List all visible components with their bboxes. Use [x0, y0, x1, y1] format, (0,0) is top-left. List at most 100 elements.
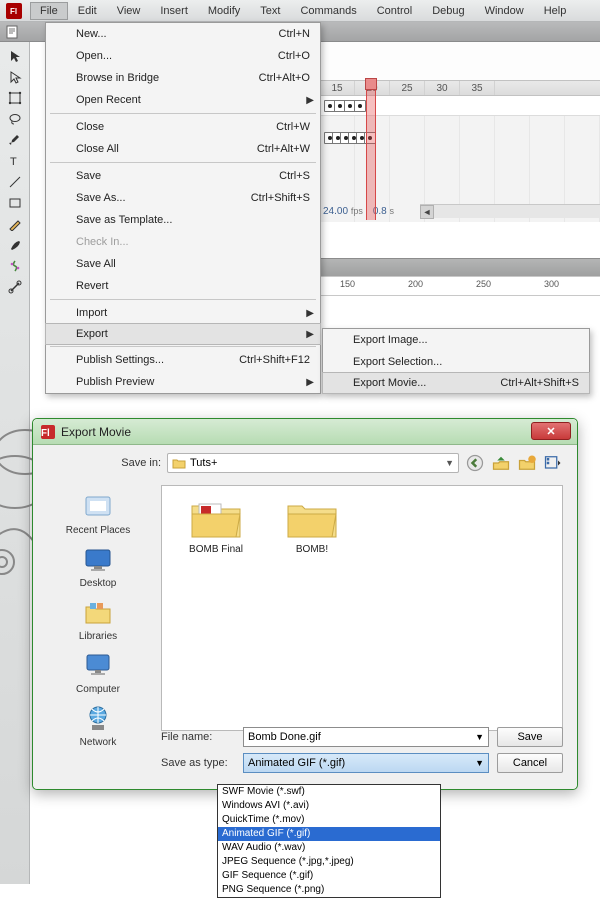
- place-network[interactable]: Network: [43, 703, 153, 748]
- menu-debug[interactable]: Debug: [422, 2, 474, 20]
- menu-help[interactable]: Help: [534, 2, 577, 20]
- menu-file[interactable]: File: [30, 2, 68, 20]
- menu-modify[interactable]: Modify: [198, 2, 250, 20]
- chevron-down-icon: ▼: [475, 758, 484, 768]
- file-menu-item[interactable]: New...Ctrl+N: [46, 23, 320, 45]
- file-menu-item[interactable]: Open...Ctrl+O: [46, 45, 320, 67]
- playhead[interactable]: [366, 80, 376, 220]
- place-label: Desktop: [80, 578, 117, 589]
- export-menu-item[interactable]: Export Selection...: [323, 351, 589, 373]
- file-menu-item[interactable]: Publish Settings...Ctrl+Shift+F12: [46, 349, 320, 371]
- save-type-dropdown-list: SWF Movie (*.swf)Windows AVI (*.avi)Quic…: [217, 784, 441, 898]
- menu-view[interactable]: View: [107, 2, 151, 20]
- text-tool[interactable]: T: [3, 151, 27, 171]
- chevron-down-icon: ▼: [445, 458, 454, 468]
- file-menu-item[interactable]: Open Recent▶: [46, 89, 320, 111]
- view-menu-button[interactable]: [543, 453, 563, 473]
- menu-text[interactable]: Text: [250, 2, 290, 20]
- export-submenu: Export Image...Export Selection...Export…: [322, 328, 590, 394]
- pen-tool[interactable]: [3, 130, 27, 150]
- file-menu-item[interactable]: Save As...Ctrl+Shift+S: [46, 187, 320, 209]
- places-bar: Recent Places Desktop Libraries Computer…: [43, 485, 153, 749]
- place-recent[interactable]: Recent Places: [43, 491, 153, 536]
- close-icon: ✕: [546, 425, 555, 438]
- save-type-label: Save as type:: [161, 757, 235, 769]
- flash-file-icon: Fl: [41, 425, 55, 439]
- type-option[interactable]: GIF Sequence (*.gif): [218, 869, 440, 883]
- file-menu-item[interactable]: Save as Template...: [46, 209, 320, 231]
- file-menu-item[interactable]: Browse in BridgeCtrl+Alt+O: [46, 67, 320, 89]
- menu-window[interactable]: Window: [475, 2, 534, 20]
- file-menu-item[interactable]: Export▶: [45, 323, 321, 345]
- panel-divider: [320, 258, 600, 276]
- app-icon: Fl: [6, 3, 22, 19]
- scroll-left-icon[interactable]: ◄: [420, 205, 434, 219]
- export-menu-item[interactable]: Export Movie...Ctrl+Alt+Shift+S: [322, 372, 590, 394]
- svg-text:Fl: Fl: [10, 7, 17, 16]
- keyframe[interactable]: [354, 100, 366, 112]
- ruler-tick: 150: [340, 279, 355, 289]
- brush-tool[interactable]: [3, 235, 27, 255]
- file-name-input[interactable]: Bomb Done.gif ▼: [243, 727, 489, 747]
- type-option[interactable]: Windows AVI (*.avi): [218, 799, 440, 813]
- bone-tool[interactable]: [3, 277, 27, 297]
- file-menu-item[interactable]: CloseCtrl+W: [46, 116, 320, 138]
- file-listing[interactable]: BOMB Final BOMB!: [161, 485, 563, 731]
- cancel-button[interactable]: Cancel: [497, 753, 563, 773]
- dialog-titlebar[interactable]: Fl Export Movie ✕: [33, 419, 577, 445]
- playhead-handle[interactable]: [365, 78, 377, 90]
- folder-item[interactable]: BOMB!: [270, 496, 354, 555]
- chevron-down-icon: ▼: [475, 732, 484, 742]
- save-type-combo[interactable]: Animated GIF (*.gif) ▼: [243, 753, 489, 773]
- type-option[interactable]: JPEG Sequence (*.jpg,*.jpeg): [218, 855, 440, 869]
- new-folder-button[interactable]: [517, 453, 537, 473]
- type-option[interactable]: PNG Sequence (*.png): [218, 883, 440, 897]
- type-option[interactable]: QuickTime (*.mov): [218, 813, 440, 827]
- timeline-ruler[interactable]: 15 20 25 30 35: [320, 80, 600, 96]
- deco-tool[interactable]: [3, 256, 27, 276]
- save-in-label: Save in:: [105, 457, 161, 469]
- type-option[interactable]: Animated GIF (*.gif): [218, 827, 440, 841]
- submenu-arrow-icon: ▶: [306, 308, 314, 319]
- file-menu-item[interactable]: SaveCtrl+S: [46, 165, 320, 187]
- menu-insert[interactable]: Insert: [150, 2, 198, 20]
- place-libraries[interactable]: Libraries: [43, 597, 153, 642]
- file-menu-item[interactable]: Publish Preview▶: [46, 371, 320, 393]
- save-button[interactable]: Save: [497, 727, 563, 747]
- tick: 35: [460, 81, 495, 95]
- lasso-tool[interactable]: [3, 109, 27, 129]
- file-label: BOMB Final: [189, 544, 243, 555]
- pencil-tool[interactable]: [3, 214, 27, 234]
- menu-commands[interactable]: Commands: [290, 2, 366, 20]
- file-menu-item[interactable]: Revert: [46, 275, 320, 297]
- place-desktop[interactable]: Desktop: [43, 544, 153, 589]
- file-menu-item[interactable]: Close AllCtrl+Alt+W: [46, 138, 320, 160]
- place-computer[interactable]: Computer: [43, 650, 153, 695]
- tick: 30: [425, 81, 460, 95]
- menu-edit[interactable]: Edit: [68, 2, 107, 20]
- folder-item[interactable]: BOMB Final: [174, 496, 258, 555]
- timeline-scrollbar[interactable]: ◄: [420, 204, 600, 218]
- back-button[interactable]: [465, 453, 485, 473]
- type-option[interactable]: SWF Movie (*.swf): [218, 785, 440, 799]
- script-icon: [6, 25, 20, 39]
- selection-tool[interactable]: [3, 46, 27, 66]
- line-tool[interactable]: [3, 172, 27, 192]
- close-button[interactable]: ✕: [531, 422, 571, 440]
- file-menu-item[interactable]: Import▶: [46, 302, 320, 324]
- subselection-tool[interactable]: [3, 67, 27, 87]
- save-in-combo[interactable]: Tuts+ ▼: [167, 453, 459, 473]
- file-menu-item[interactable]: Save All: [46, 253, 320, 275]
- type-option[interactable]: WAV Audio (*.wav): [218, 841, 440, 855]
- export-menu-item[interactable]: Export Image...: [323, 329, 589, 351]
- free-transform-tool[interactable]: [3, 88, 27, 108]
- tick: 15: [320, 81, 355, 95]
- rectangle-tool[interactable]: [3, 193, 27, 213]
- up-button[interactable]: [491, 453, 511, 473]
- ruler-tick: 250: [476, 279, 491, 289]
- menu-control[interactable]: Control: [367, 2, 422, 20]
- file-name-label: File name:: [161, 731, 235, 743]
- submenu-arrow-icon: ▶: [306, 329, 314, 340]
- place-label: Recent Places: [66, 525, 130, 536]
- ruler-tick: 200: [408, 279, 423, 289]
